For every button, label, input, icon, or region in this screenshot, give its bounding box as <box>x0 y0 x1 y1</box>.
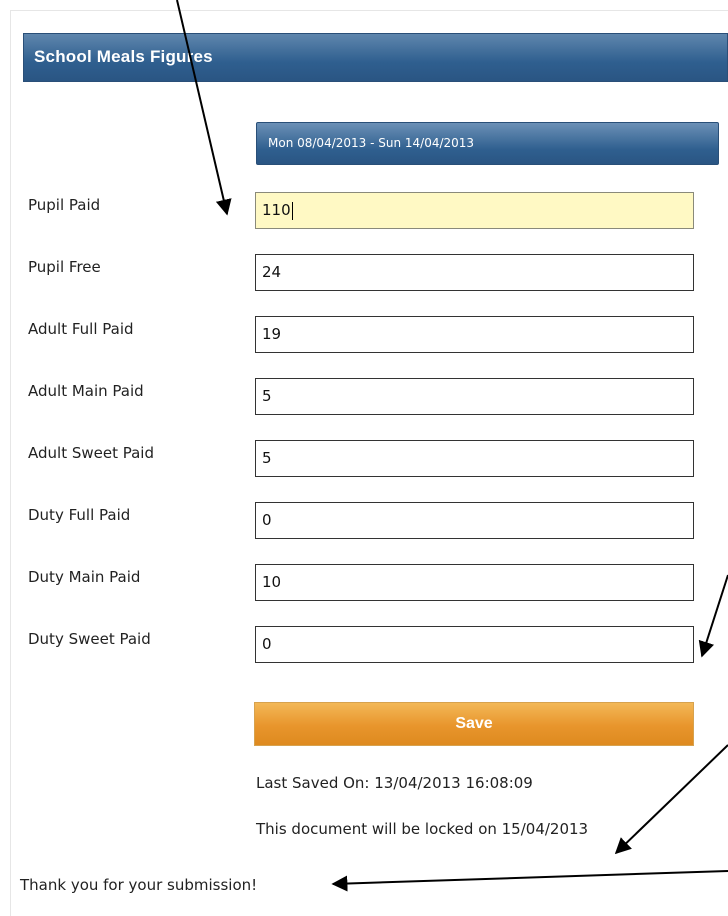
pupil-free-input[interactable]: 24 <box>255 254 694 291</box>
label-duty-sweet-paid: Duty Sweet Paid <box>28 630 151 648</box>
adult-sweet-paid-input[interactable]: 5 <box>255 440 694 477</box>
lock-notice-text: This document will be locked on 15/04/20… <box>256 820 589 838</box>
thank-you-message: Thank you for your submission! <box>20 876 258 894</box>
last-saved-text: Last Saved On: 13/04/2013 16:08:09 <box>256 774 533 792</box>
pupil-paid-input[interactable]: 110 <box>255 192 694 229</box>
label-adult-sweet-paid: Adult Sweet Paid <box>28 444 154 462</box>
header-bar: School Meals Figures <box>23 33 728 82</box>
label-duty-main-paid: Duty Main Paid <box>28 568 141 586</box>
duty-main-paid-input[interactable]: 10 <box>255 564 694 601</box>
text-caret <box>291 201 293 220</box>
page-title: School Meals Figures <box>34 47 213 66</box>
adult-main-paid-input[interactable]: 5 <box>255 378 694 415</box>
week-range-label: Mon 08/04/2013 - Sun 14/04/2013 <box>268 136 475 150</box>
label-pupil-paid: Pupil Paid <box>28 196 101 214</box>
week-range-header: Mon 08/04/2013 - Sun 14/04/2013 <box>256 122 719 165</box>
adult-full-paid-input[interactable]: 19 <box>255 316 694 353</box>
label-duty-full-paid: Duty Full Paid <box>28 506 131 524</box>
save-button[interactable]: Save <box>254 702 694 746</box>
label-adult-main-paid: Adult Main Paid <box>28 382 144 400</box>
label-adult-full-paid: Adult Full Paid <box>28 320 134 338</box>
duty-sweet-paid-input[interactable]: 0 <box>255 626 694 663</box>
duty-full-paid-input[interactable]: 0 <box>255 502 694 539</box>
label-pupil-free: Pupil Free <box>28 258 101 276</box>
